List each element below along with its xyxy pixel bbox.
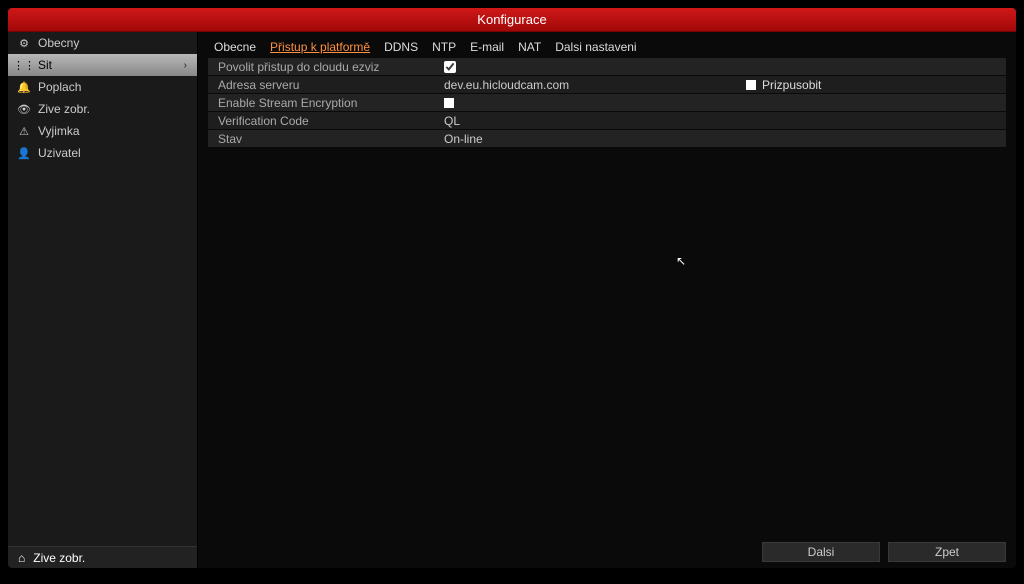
label-server-address: Adresa serveru	[208, 78, 438, 92]
user-icon: 👤	[18, 147, 30, 160]
checkbox-stream-encryption[interactable]	[444, 98, 454, 108]
label-verification-code: Verification Code	[208, 114, 438, 128]
network-icon: ⋮⋮	[18, 59, 30, 72]
tab-ntp[interactable]: NTP	[432, 40, 456, 54]
sidebar-item-label: Uzivatel	[38, 146, 81, 160]
sidebar-item-vyjimka[interactable]: ⚠ Vyjimka	[8, 120, 197, 142]
sidebar-item-obecny[interactable]: ⚙ Obecny	[8, 32, 197, 54]
chevron-right-icon: ›	[184, 60, 187, 71]
tab-obecne[interactable]: Obecne	[214, 40, 256, 54]
tab-dalsi-nastaveni[interactable]: Dalsi nastaveni	[555, 40, 636, 54]
value-server-address[interactable]: dev.eu.hicloudcam.com	[438, 78, 746, 92]
warning-icon: ⚠	[18, 125, 30, 138]
sidebar-item-label: Obecny	[38, 36, 79, 50]
label-stream-encryption: Enable Stream Encryption	[208, 96, 438, 110]
sidebar-item-poplach[interactable]: 🔔 Poplach	[8, 76, 197, 98]
window-title: Konfigurace	[8, 8, 1016, 32]
next-button[interactable]: Dalsi	[762, 542, 880, 562]
sidebar-item-label: Vyjimka	[38, 124, 80, 138]
label-enable-cloud: Povolit přistup do cloudu ezviz	[208, 60, 438, 74]
sidebar-item-sit[interactable]: ⋮⋮ Sit ›	[8, 54, 197, 76]
tab-email[interactable]: E-mail	[470, 40, 504, 54]
checkbox-custom-server[interactable]	[746, 80, 756, 90]
checkbox-enable-cloud[interactable]	[444, 61, 456, 73]
tab-nat[interactable]: NAT	[518, 40, 541, 54]
sidebar-item-uzivatel[interactable]: 👤 Uzivatel	[8, 142, 197, 164]
value-status: On-line	[438, 132, 746, 146]
sidebar-item-label: Poplach	[38, 80, 81, 94]
sidebar-item-zive-zobr[interactable]: 👁 Zive zobr.	[8, 98, 197, 120]
sidebar: ⚙ Obecny ⋮⋮ Sit › 🔔 Poplach 👁 Zive zobr.	[8, 32, 197, 546]
tab-ddns[interactable]: DDNS	[384, 40, 418, 54]
label-status: Stav	[208, 132, 438, 146]
sidebar-item-label: Zive zobr.	[38, 102, 90, 116]
home-icon: ⌂	[18, 551, 25, 565]
sidebar-footer-label: Zive zobr.	[33, 551, 85, 565]
gear-icon: ⚙	[18, 37, 30, 50]
value-verification-code[interactable]: QL	[438, 114, 746, 128]
sidebar-footer-live-view[interactable]: ⌂ Zive zobr.	[8, 546, 197, 568]
form-area: Povolit přistup do cloudu ezviz Adresa s…	[208, 58, 1006, 562]
bell-icon: 🔔	[18, 81, 30, 94]
back-button[interactable]: Zpet	[888, 542, 1006, 562]
label-custom-server: Prizpusobit	[762, 78, 821, 92]
tab-pristup-k-platforme[interactable]: Přistup k platformě	[270, 40, 370, 54]
sidebar-item-label: Sit	[38, 58, 52, 72]
eye-icon: 👁	[18, 103, 30, 116]
tabs: Obecne Přistup k platformě DDNS NTP E-ma…	[208, 38, 1006, 58]
